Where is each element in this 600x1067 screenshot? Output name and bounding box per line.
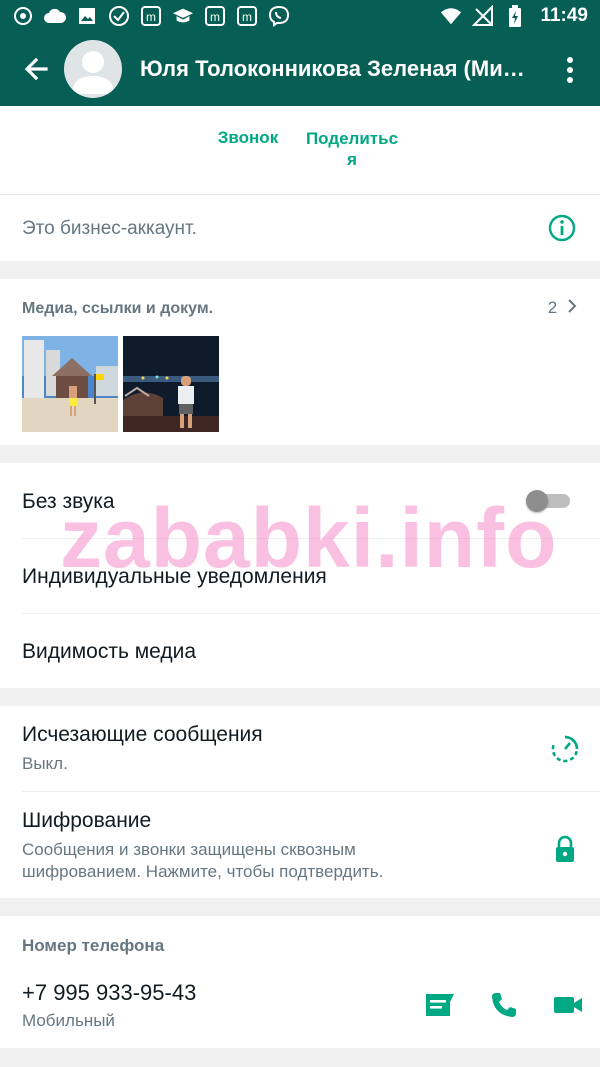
disappearing-messages-row[interactable]: Исчезающие сообщения Выкл.	[0, 706, 600, 791]
avatar[interactable]	[64, 40, 122, 98]
phone-number[interactable]: +7 995 933-95-43	[22, 980, 196, 1006]
encryption-row[interactable]: Шифрование Сообщения и звонки защищены с…	[0, 792, 600, 898]
media-section: Медиа, ссылки и докум. 2	[0, 279, 600, 445]
media-thumbnail[interactable]	[22, 336, 118, 432]
search-icon	[12, 5, 34, 27]
share-button[interactable]: Поделитьс я	[300, 128, 404, 170]
media-visibility-row[interactable]: Видимость медиа	[0, 614, 600, 688]
m-app-icon: m	[236, 5, 258, 27]
media-header[interactable]: Медиа, ссылки и докум.	[22, 300, 213, 318]
image-icon	[76, 5, 98, 27]
battery-charging-icon	[504, 5, 526, 27]
lock-icon	[550, 834, 580, 864]
timer-icon	[550, 734, 580, 764]
svg-text:m: m	[242, 10, 252, 24]
status-time: 11:49	[540, 5, 588, 26]
message-icon[interactable]	[424, 989, 456, 1021]
encryption-description-line1: Сообщения и звонки защищены сквозным	[22, 840, 356, 859]
phone-section: Номер телефона +7 995 933-95-43 Мобильны…	[0, 916, 600, 1048]
more-options-icon[interactable]	[558, 54, 582, 86]
info-icon[interactable]	[548, 214, 576, 242]
media-count[interactable]: 2	[548, 298, 578, 318]
phone-type: Мобильный	[22, 1011, 115, 1030]
m-app-icon: m	[204, 5, 226, 27]
viber-icon	[268, 5, 290, 27]
chevron-right-icon	[568, 299, 577, 313]
mute-row[interactable]: Без звука	[0, 463, 600, 538]
check-circle-icon	[108, 5, 130, 27]
mute-label: Без звука	[22, 490, 115, 513]
contact-name[interactable]: Юля Толоконникова Зеленая (Ми…	[140, 56, 540, 82]
svg-text:m: m	[146, 10, 156, 24]
m-app-icon: m	[140, 5, 162, 27]
encryption-description-line2: шифрованием. Нажмите, чтобы подтвердить.	[22, 862, 384, 881]
disappearing-messages-value: Выкл.	[22, 754, 68, 773]
phone-header: Номер телефона	[22, 936, 165, 955]
mute-toggle[interactable]	[526, 490, 570, 512]
privacy-section: Исчезающие сообщения Выкл. Шифрование Со…	[0, 706, 600, 898]
toggle-knob	[526, 490, 548, 512]
business-account-text: Это бизнес-аккаунт.	[22, 218, 197, 239]
media-thumbnail[interactable]	[123, 336, 219, 432]
call-button[interactable]: Звонок	[210, 128, 286, 148]
business-account-row[interactable]: Это бизнес-аккаунт.	[0, 195, 600, 261]
voice-call-icon[interactable]	[488, 989, 520, 1021]
media-visibility-label: Видимость медиа	[22, 640, 197, 663]
custom-notifications-label: Индивидуальные уведомления	[22, 565, 327, 588]
custom-notifications-row[interactable]: Индивидуальные уведомления	[0, 539, 600, 613]
graduation-cap-icon	[172, 5, 194, 27]
notification-settings: Без звука Индивидуальные уведомления Вид…	[0, 463, 600, 688]
video-call-icon[interactable]	[552, 989, 584, 1021]
wifi-icon	[440, 5, 462, 27]
back-arrow-icon[interactable]	[20, 52, 54, 86]
cloud-icon	[44, 5, 66, 27]
svg-text:m: m	[210, 10, 220, 24]
disappearing-messages-label: Исчезающие сообщения	[22, 723, 263, 746]
contact-actions: Звонок Поделитьс я	[0, 106, 600, 194]
system-icons: 11:49	[440, 5, 588, 27]
no-signal-icon	[472, 5, 494, 27]
notification-icons: m m m	[12, 5, 290, 27]
status-bar: m m m 11:49	[0, 0, 600, 34]
encryption-label: Шифрование	[22, 809, 152, 832]
media-count-value: 2	[547, 298, 558, 317]
app-bar: Юля Толоконникова Зеленая (Ми…	[0, 34, 600, 106]
